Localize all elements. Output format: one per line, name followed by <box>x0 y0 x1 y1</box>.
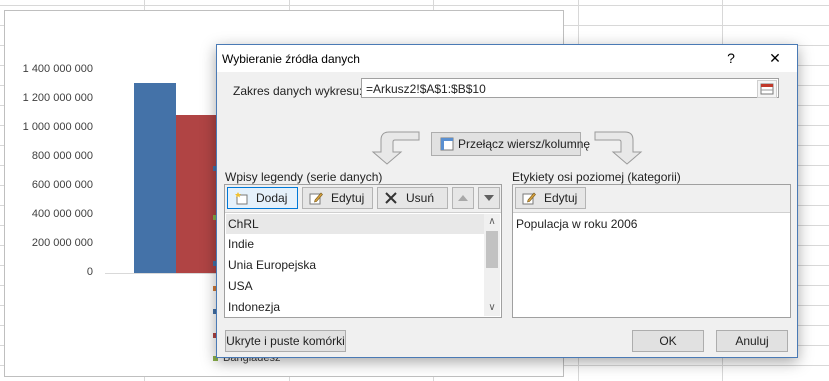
grid-line <box>0 5 829 6</box>
series-list-item[interactable]: Indie <box>226 234 486 254</box>
add-icon <box>235 192 248 205</box>
y-tick-label: 0 <box>86 266 93 278</box>
edit-icon <box>309 192 323 205</box>
scroll-thumb[interactable] <box>486 231 498 268</box>
y-tick-label: 400 000 000 <box>31 208 93 220</box>
hidden-empty-cells-button[interactable]: Ukryte i puste komórki <box>225 330 346 352</box>
legend-entries-label: Wpisy legendy (serie danych) <box>225 170 383 184</box>
add-series-label: Dodaj <box>256 191 288 205</box>
category-toolbar: Edytuj <box>513 185 790 213</box>
switch-row-column-button[interactable]: Przełącz wiersz/kolumnę <box>431 132 590 156</box>
switch-row-column-label: Przełącz wiersz/kolumnę <box>458 137 591 151</box>
edit-categories-label: Edytuj <box>544 191 578 205</box>
chart-data-range-input[interactable]: =Arkusz2!$A$1:$B$10 <box>361 78 779 98</box>
y-tick-label: 1 400 000 000 <box>22 63 93 75</box>
help-button[interactable]: ? <box>709 45 753 72</box>
close-button[interactable]: ✕ <box>753 45 797 72</box>
chart-data-range-label: Zakres danych wykresu: <box>233 84 363 98</box>
range-picker-button[interactable] <box>757 80 777 98</box>
add-series-button[interactable]: Dodaj <box>227 187 298 209</box>
y-tick-label: 1 200 000 000 <box>22 92 93 104</box>
range-select-icon <box>760 83 774 95</box>
series-list-item[interactable]: Unia Europejska <box>226 255 486 275</box>
delete-icon <box>385 192 397 204</box>
remove-series-label: Usuń <box>406 191 435 205</box>
ok-button[interactable]: OK <box>632 330 704 352</box>
axis-labels-label: Etykiety osi poziomej (kategorii) <box>512 170 681 184</box>
edit-icon <box>522 192 536 205</box>
edit-categories-button[interactable]: Edytuj <box>515 187 586 209</box>
y-tick-label: 1 000 000 000 <box>22 121 93 133</box>
move-up-button[interactable] <box>452 187 474 209</box>
axis-labels-panel: Edytuj Populacja w roku 2006 <box>512 184 791 318</box>
arrow-right-down-icon <box>594 131 643 165</box>
edit-series-label: Edytuj <box>331 191 365 205</box>
series-list-item[interactable]: USA <box>226 276 486 296</box>
cancel-button[interactable]: Anuluj <box>716 330 788 352</box>
chart-bar[interactable] <box>134 82 176 273</box>
chart-data-range-value: =Arkusz2!$A$1:$B$10 <box>366 82 486 96</box>
triangle-up-icon <box>458 195 468 201</box>
series-list-scrollbar[interactable]: ∧ ∨ <box>484 214 500 316</box>
legend-entries-panel: Dodaj Edytuj Usuń ChRL Indie Unia Europe… <box>224 184 502 318</box>
select-data-source-dialog: Wybieranie źródła danych ? ✕ Zakres dany… <box>216 44 798 358</box>
dialog-title: Wybieranie źródła danych <box>222 52 360 66</box>
switch-row-column-icon <box>440 137 454 151</box>
y-tick-label: 600 000 000 <box>31 179 93 191</box>
move-down-button[interactable] <box>478 187 500 209</box>
category-list-item[interactable]: Populacja w roku 2006 <box>514 214 774 234</box>
series-toolbar: Dodaj Edytuj Usuń <box>225 185 501 213</box>
x-axis-line <box>105 273 217 274</box>
scroll-up-arrow-icon[interactable]: ∧ <box>484 214 500 230</box>
title-bar[interactable]: Wybieranie źródła danych ? ✕ <box>217 45 797 72</box>
scroll-down-arrow-icon[interactable]: ∨ <box>484 300 500 316</box>
remove-series-button[interactable]: Usuń <box>377 187 448 209</box>
edit-series-button[interactable]: Edytuj <box>302 187 373 209</box>
y-tick-label: 800 000 000 <box>31 150 93 162</box>
arrow-left-down-icon <box>371 131 420 165</box>
triangle-down-icon <box>484 195 494 201</box>
series-list-item[interactable]: ChRL <box>226 214 486 234</box>
series-list-item[interactable]: Indonezja <box>226 297 486 317</box>
y-tick-label: 200 000 000 <box>31 237 93 249</box>
